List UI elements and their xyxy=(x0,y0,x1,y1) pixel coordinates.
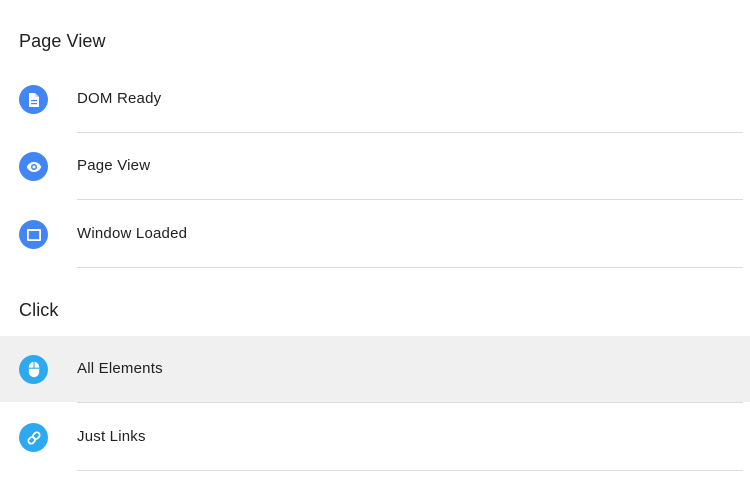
trigger-item-all-elements[interactable]: All Elements xyxy=(0,336,750,403)
divider xyxy=(77,267,743,268)
section-title-click: Click xyxy=(19,300,59,320)
trigger-item-dom-ready[interactable]: DOM Ready xyxy=(0,66,750,133)
divider xyxy=(77,470,743,471)
eye-icon xyxy=(19,152,48,181)
trigger-item-just-links[interactable]: Just Links xyxy=(0,404,750,471)
trigger-type-panel: Page View DOM Ready Page View Window Loa… xyxy=(0,0,750,488)
trigger-item-page-view[interactable]: Page View xyxy=(0,133,750,200)
trigger-item-window-loaded[interactable]: Window Loaded xyxy=(0,201,750,268)
window-icon xyxy=(19,220,48,249)
trigger-item-label: DOM Ready xyxy=(77,90,162,107)
trigger-item-label: Just Links xyxy=(77,428,146,445)
trigger-item-label: Page View xyxy=(77,157,151,174)
section-title-page-view: Page View xyxy=(19,31,106,51)
link-icon xyxy=(19,423,48,452)
divider xyxy=(77,199,743,200)
divider xyxy=(77,402,743,403)
trigger-item-label: Window Loaded xyxy=(77,225,188,242)
document-icon xyxy=(19,85,48,114)
mouse-icon xyxy=(19,355,48,384)
trigger-item-label: All Elements xyxy=(77,360,163,377)
